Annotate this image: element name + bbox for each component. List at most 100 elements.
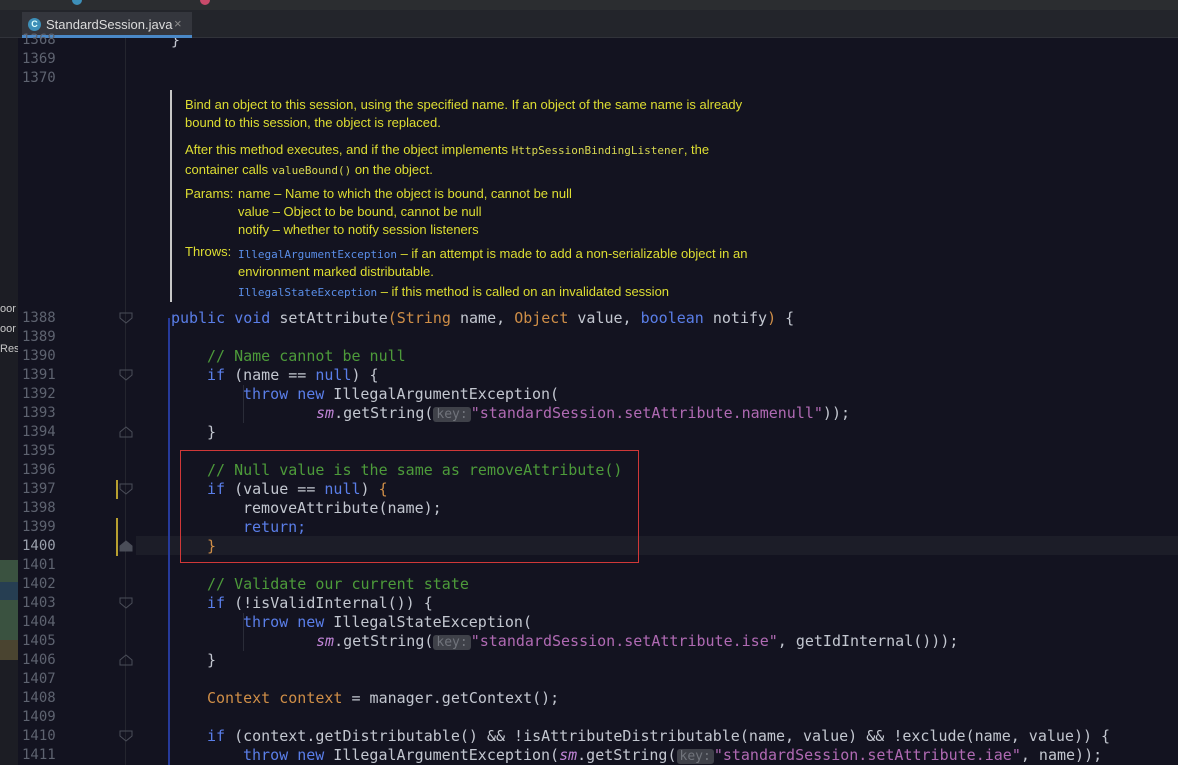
line-number: 1404 xyxy=(22,614,56,630)
variable: context xyxy=(270,689,343,707)
code-line: return; xyxy=(243,518,307,536)
line-number: 1394 xyxy=(22,424,56,440)
close-icon[interactable]: × xyxy=(174,16,182,31)
line-number: 1402 xyxy=(22,576,56,592)
project-panel-edge: oor oor Res xyxy=(0,38,20,765)
keyword: null xyxy=(324,480,361,498)
code-text: .getString( xyxy=(577,746,677,764)
code-line: if (context.getDistributable() && !isAtt… xyxy=(207,727,1110,746)
doc-text: container calls xyxy=(185,162,272,177)
code-text: )); xyxy=(822,404,851,422)
fold-open-icon[interactable] xyxy=(119,312,133,324)
type: String xyxy=(396,309,451,327)
keyword: boolean xyxy=(640,309,704,327)
doc-text: – if an attempt is made to add a non-ser… xyxy=(396,246,748,261)
code-line: if (value == null) { xyxy=(207,480,388,499)
type: Object xyxy=(514,309,569,327)
doc-text: Bind an object to this session, using th… xyxy=(185,97,743,112)
fold-open-icon[interactable] xyxy=(119,597,133,609)
fold-open-icon[interactable] xyxy=(119,369,133,381)
keyword: if xyxy=(207,480,226,498)
param-hint: key: xyxy=(433,407,471,422)
code-line: removeAttribute(name); xyxy=(243,499,442,517)
line-number: 1369 xyxy=(22,51,56,67)
doc-text: bound to this session, the object is rep… xyxy=(185,115,441,130)
code-text: .getString( xyxy=(334,632,434,650)
keyword: public xyxy=(171,309,226,327)
code-line: throw new IllegalArgumentException(sm.ge… xyxy=(243,746,1102,765)
code-editor[interactable]: } Bind an object to this session, using … xyxy=(136,38,1178,765)
panel-block xyxy=(0,560,18,582)
code-line: sm.getString(key: "standardSession.setAtt… xyxy=(316,404,850,423)
code-text: (value == xyxy=(225,480,325,498)
code-line: throw new IllegalStateException( xyxy=(243,613,532,632)
panel-fragment: Res xyxy=(0,343,20,355)
doc-code: HttpSessionBindingListener xyxy=(511,144,684,157)
panel-block xyxy=(0,640,18,660)
line-number: 1405 xyxy=(22,633,56,649)
brace: { xyxy=(378,480,388,498)
code-line: } xyxy=(207,537,217,555)
brace: { xyxy=(776,309,795,327)
code-text: IllegalArgumentException( xyxy=(324,385,560,403)
change-marker xyxy=(116,480,118,499)
line-number: 1389 xyxy=(22,329,56,345)
code-comment: // Validate our current state xyxy=(207,575,469,593)
line-number: 1411 xyxy=(22,747,56,763)
fold-open-icon[interactable] xyxy=(119,730,133,742)
line-number: 1398 xyxy=(22,500,56,516)
code-line: } xyxy=(207,651,217,669)
field-ref: sm xyxy=(316,632,335,650)
documentation-popup: Bind an object to this session, using th… xyxy=(170,90,810,302)
code-line: } xyxy=(207,423,217,441)
doc-param: value – Object to be bound, cannot be nu… xyxy=(238,204,482,219)
doc-text: – if this method is called on an invalid… xyxy=(377,284,670,299)
panel-fragment: oor xyxy=(0,303,16,315)
line-number: 1409 xyxy=(22,709,56,725)
doc-text: on the object. xyxy=(351,162,433,177)
line-number: 1390 xyxy=(22,348,56,364)
param: value, xyxy=(568,309,641,327)
doc-code: valueBound() xyxy=(271,164,352,177)
string-literal: "standardSession.setAttribute.ise" xyxy=(470,632,778,650)
line-number: 1392 xyxy=(22,386,56,402)
line-number: 1397 xyxy=(22,481,56,497)
panel-block xyxy=(0,582,18,600)
line-number-current: 1400 xyxy=(22,538,56,554)
keyword: if xyxy=(207,594,226,612)
doc-link[interactable]: IllegalArgumentException xyxy=(238,248,397,261)
doc-throws: IllegalStateException – if this method i… xyxy=(238,283,669,302)
code-comment: // Name cannot be null xyxy=(207,347,406,365)
fold-close-icon[interactable] xyxy=(119,540,133,552)
line-number: 1403 xyxy=(22,595,56,611)
code-text: , getIdInternal())); xyxy=(777,632,959,650)
code-line: } xyxy=(171,38,181,49)
param: name, xyxy=(450,309,515,327)
doc-params-label: Params: xyxy=(185,186,234,201)
fold-close-icon[interactable] xyxy=(119,654,133,666)
code-text: ) { xyxy=(351,366,379,384)
line-number: 1401 xyxy=(22,557,56,573)
line-number: 1388 xyxy=(22,310,56,326)
keyword: new xyxy=(297,746,325,764)
paren: ) xyxy=(767,309,777,327)
code-line: throw new IllegalArgumentException( xyxy=(243,385,559,404)
code-text: , name)); xyxy=(1020,746,1103,764)
line-number: 1408 xyxy=(22,690,56,706)
keyword: null xyxy=(315,366,352,384)
keyword: throw xyxy=(243,613,289,631)
keyword: if xyxy=(207,727,226,745)
code-line: if (name == null) { xyxy=(207,366,379,385)
line-number: 1399 xyxy=(22,519,56,535)
fold-open-icon[interactable] xyxy=(119,483,133,495)
keyword: if xyxy=(207,366,226,384)
fold-close-icon[interactable] xyxy=(119,426,133,438)
type: Context xyxy=(207,689,271,707)
field-ref: sm xyxy=(316,404,335,422)
editor-tab-bar: C StandardSession.java × xyxy=(0,10,1178,38)
code-text: .getString( xyxy=(334,404,434,422)
line-number: 1407 xyxy=(22,671,56,687)
code-text: = manager.getContext(); xyxy=(342,689,560,707)
code-text: ) xyxy=(360,480,379,498)
doc-link[interactable]: IllegalStateException xyxy=(238,286,377,299)
